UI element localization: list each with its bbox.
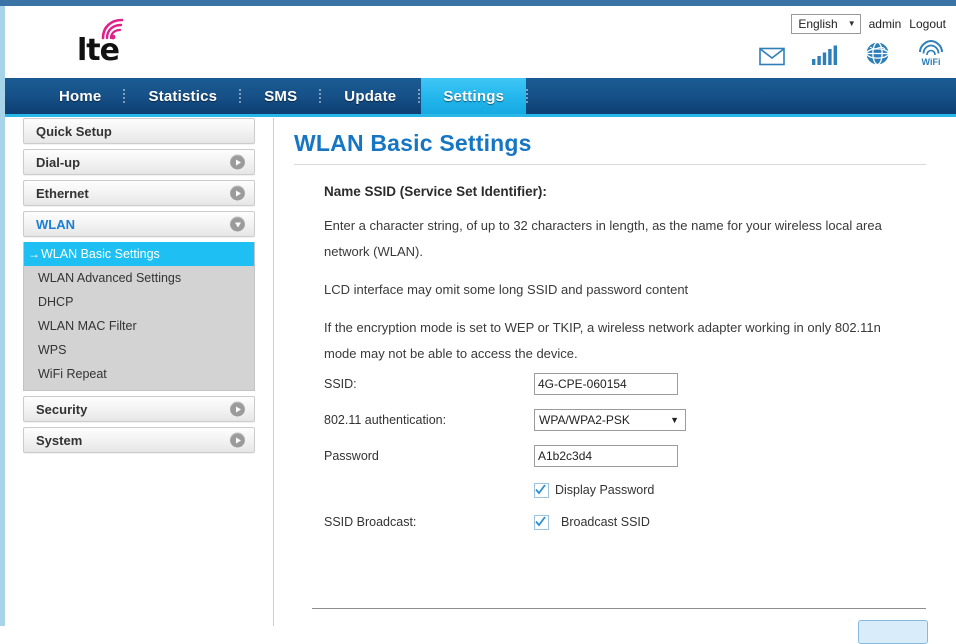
nav-item-statistics[interactable]: Statistics (126, 78, 239, 114)
form-row-ssid-broadcast: SSID Broadcast: Broadcast SSID (324, 506, 934, 538)
sidebar-subitem-label: WLAN Basic Settings (41, 247, 160, 261)
language-select-value: English (798, 17, 838, 31)
current-user-label: admin (868, 17, 902, 31)
router-admin-page: lte English ▼ admin Logout WiFi Home Sta… (0, 0, 956, 644)
sidebar-item-system[interactable]: System (23, 427, 255, 453)
sidebar-subitem-wps[interactable]: WPS (24, 338, 254, 362)
main-nav: Home Statistics SMS Update Settings (5, 78, 956, 114)
main-content: WLAN Basic Settings Name SSID (Service S… (274, 118, 956, 644)
wlan-settings-form: SSID: 802.11 authentication: WPA/WPA2-PS… (324, 366, 934, 538)
sidebar-item-quick-setup[interactable]: Quick Setup (23, 118, 255, 144)
nav-separator (526, 89, 529, 103)
nav-underline (5, 114, 956, 117)
intro-paragraph-2: LCD interface may omit some long SSID an… (324, 282, 689, 297)
chevron-down-icon: ▼ (670, 415, 679, 425)
authentication-select[interactable]: WPA/WPA2-PSK ▼ (534, 409, 686, 431)
brand-logo: lte (77, 18, 147, 74)
arrow-right-icon: → (28, 247, 40, 261)
sidebar-subitem-label: WPS (38, 343, 67, 357)
sidebar-item-label: System (36, 432, 83, 448)
broadcast-ssid-label: Broadcast SSID (561, 515, 650, 529)
form-row-authentication: 802.11 authentication: WPA/WPA2-PSK ▼ (324, 402, 934, 438)
form-row-ssid: SSID: (324, 366, 934, 402)
section-heading: Name SSID (Service Set Identifier): (324, 184, 547, 199)
header-icon-row: WiFi (759, 40, 946, 66)
sidebar-subitem-wlan-advanced-settings[interactable]: WLAN Advanced Settings (24, 266, 254, 290)
sidebar-subitem-label: WLAN MAC Filter (38, 319, 137, 333)
nav-item-home[interactable]: Home (37, 78, 123, 114)
sidebar-subitem-wlan-mac-filter[interactable]: WLAN MAC Filter (24, 314, 254, 338)
chevron-right-icon (230, 154, 245, 170)
chevron-down-icon: ▼ (847, 19, 856, 28)
nav-item-sms[interactable]: SMS (242, 78, 319, 114)
nav-item-update[interactable]: Update (322, 78, 418, 114)
sidebar: Quick Setup Dial-up Ethernet WLAN → WLAN… (5, 118, 274, 626)
ssid-broadcast-label: SSID Broadcast: (324, 515, 417, 529)
sidebar-item-ethernet[interactable]: Ethernet (23, 180, 255, 206)
sidebar-item-label: Dial-up (36, 154, 81, 170)
header-controls: English ▼ admin Logout (791, 14, 946, 34)
display-password-checkbox[interactable] (534, 482, 549, 498)
check-icon (535, 515, 546, 526)
chevron-right-icon (230, 401, 245, 417)
signal-bars-icon[interactable] (811, 44, 839, 66)
password-label: Password (324, 449, 379, 463)
password-input[interactable] (534, 445, 678, 467)
sidebar-item-label: Ethernet (36, 185, 89, 201)
form-row-password: Password (324, 438, 934, 474)
sidebar-subitem-label: WiFi Repeat (38, 367, 107, 381)
chevron-right-icon (230, 185, 245, 201)
apply-button[interactable] (858, 620, 928, 644)
sidebar-submenu-wlan: → WLAN Basic Settings WLAN Advanced Sett… (23, 242, 255, 391)
sidebar-subitem-label: WLAN Advanced Settings (38, 271, 182, 285)
globe-icon[interactable] (865, 41, 890, 66)
sidebar-item-label: Quick Setup (36, 123, 112, 139)
authentication-select-value: WPA/WPA2-PSK (539, 413, 630, 427)
sidebar-subitem-dhcp[interactable]: DHCP (24, 290, 254, 314)
chevron-right-icon (230, 432, 245, 448)
sidebar-subitem-wlan-basic-settings[interactable]: → WLAN Basic Settings (24, 242, 254, 266)
ssid-input[interactable] (534, 373, 678, 395)
broadcast-ssid-checkbox[interactable] (534, 514, 549, 530)
language-select[interactable]: English ▼ (791, 14, 861, 34)
logout-link[interactable]: Logout (909, 17, 946, 31)
title-divider (294, 164, 926, 165)
check-icon (535, 483, 546, 494)
sidebar-item-dial-up[interactable]: Dial-up (23, 149, 255, 175)
intro-paragraph-3: If the encryption mode is set to WEP or … (324, 320, 881, 361)
display-password-label: Display Password (555, 483, 655, 497)
wifi-icon[interactable]: WiFi (916, 40, 946, 66)
form-row-display-password: Display Password (324, 474, 934, 506)
logo-text: lte (77, 33, 120, 68)
page-title: WLAN Basic Settings (294, 130, 532, 156)
sidebar-item-label: WLAN (36, 216, 75, 232)
form-bottom-divider (312, 608, 926, 609)
sidebar-item-label: Security (36, 401, 88, 417)
nav-item-settings[interactable]: Settings (421, 78, 527, 114)
ssid-label: SSID: (324, 377, 357, 391)
sidebar-subitem-label: DHCP (38, 295, 74, 309)
intro-section: Name SSID (Service Set Identifier): Ente… (324, 184, 924, 379)
authentication-label: 802.11 authentication: (324, 413, 447, 427)
chevron-down-icon (230, 216, 245, 232)
page-header: lte English ▼ admin Logout WiFi (5, 6, 956, 78)
intro-paragraph-1: Enter a character string, of up to 32 ch… (324, 218, 882, 259)
svg-text:WiFi: WiFi (922, 57, 941, 66)
sidebar-item-security[interactable]: Security (23, 396, 255, 422)
nav-left-spacer (5, 78, 37, 114)
mail-icon[interactable] (759, 46, 785, 66)
sidebar-subitem-wifi-repeat[interactable]: WiFi Repeat (24, 362, 254, 386)
sidebar-item-wlan[interactable]: WLAN (23, 211, 255, 237)
